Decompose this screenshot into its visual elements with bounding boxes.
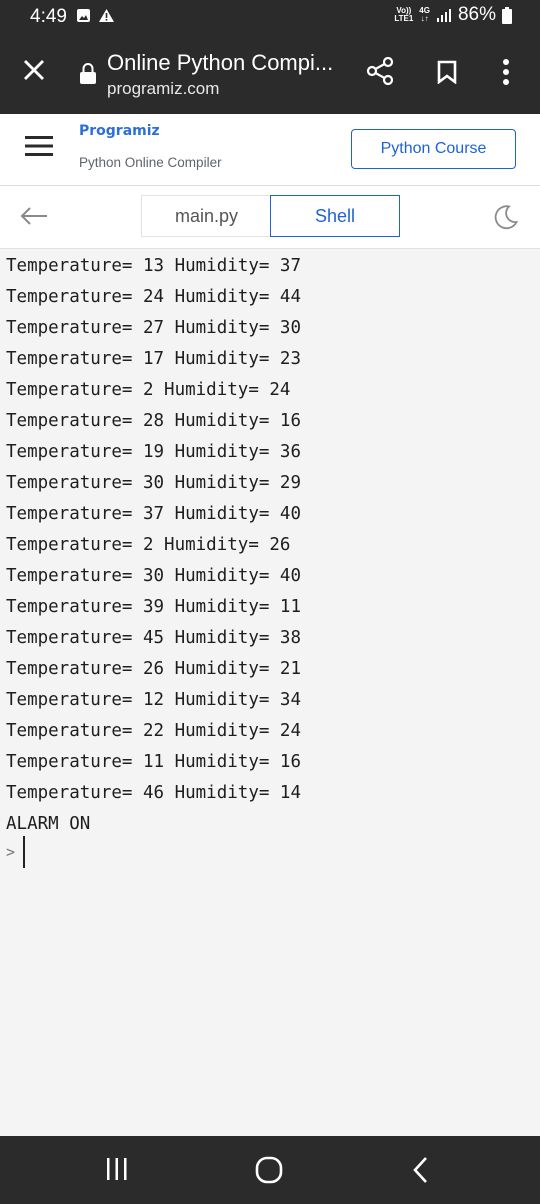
share-icon[interactable]	[366, 57, 394, 85]
volte-indicator: Vo)) LTE1	[394, 7, 413, 23]
battery-icon	[502, 6, 512, 24]
tab-main-py[interactable]: main.py	[141, 195, 271, 237]
tab-shell[interactable]: Shell	[270, 195, 400, 237]
output-line: Temperature= 26 Humidity= 21	[6, 659, 302, 679]
python-course-button[interactable]: Python Course	[351, 129, 516, 169]
editor-tabbar: main.py Shell	[0, 186, 540, 249]
shell-output: Temperature= 13 Humidity= 37 Temperature…	[6, 251, 536, 840]
output-line: Temperature= 30 Humidity= 29	[6, 473, 302, 493]
lock-icon	[80, 63, 96, 84]
output-line: Temperature= 13 Humidity= 37	[6, 256, 302, 276]
site-header: Programiz Python Online Compiler Python …	[0, 114, 540, 186]
battery-percent: 86%	[457, 4, 496, 25]
status-time: 4:49	[30, 6, 67, 27]
status-bar: 4:49 Vo)) LTE1 4G ↓↑ 86%	[0, 0, 540, 32]
warning-icon	[99, 9, 114, 22]
programiz-logo[interactable]: Programiz	[79, 123, 160, 139]
output-line: Temperature= 19 Humidity= 36	[6, 442, 302, 462]
menu-icon[interactable]	[25, 135, 53, 157]
bookmark-icon[interactable]	[437, 60, 457, 84]
site-subtitle: Python Online Compiler	[79, 155, 222, 170]
network-indicator: 4G ↓↑	[419, 7, 430, 23]
output-line: Temperature= 12 Humidity= 34	[6, 690, 302, 710]
shell-input[interactable]: >	[6, 836, 25, 868]
output-line: Temperature= 22 Humidity= 24	[6, 721, 302, 741]
output-line: Temperature= 2 Humidity= 26	[6, 535, 291, 555]
output-line: Temperature= 27 Humidity= 30	[6, 318, 302, 338]
prompt-symbol: >	[6, 843, 16, 861]
output-line: Temperature= 37 Humidity= 40	[6, 504, 302, 524]
output-line: Temperature= 17 Humidity= 23	[6, 349, 302, 369]
more-options-icon[interactable]	[502, 58, 510, 86]
volte-bottom-label: LTE1	[394, 14, 414, 23]
output-line: Temperature= 45 Humidity= 38	[6, 628, 302, 648]
signal-icon	[436, 9, 451, 22]
close-icon[interactable]	[22, 58, 46, 82]
output-line: Temperature= 2 Humidity= 24	[6, 380, 291, 400]
page-title[interactable]: Online Python Compi...	[107, 50, 333, 76]
dark-mode-icon[interactable]	[493, 204, 519, 230]
back-arrow-icon[interactable]	[19, 206, 49, 226]
gallery-icon	[77, 9, 90, 22]
browser-toolbar: Online Python Compi... programiz.com	[0, 32, 540, 114]
output-line: Temperature= 46 Humidity= 14	[6, 783, 302, 803]
output-line-alarm: ALARM ON	[6, 814, 91, 834]
text-cursor	[23, 836, 25, 868]
output-line: Temperature= 39 Humidity= 11	[6, 597, 302, 617]
output-line: Temperature= 28 Humidity= 16	[6, 411, 302, 431]
home-icon[interactable]	[255, 1156, 283, 1184]
output-line: Temperature= 11 Humidity= 16	[6, 752, 302, 772]
data-arrows-icon: ↓↑	[420, 14, 429, 23]
recent-apps-icon[interactable]	[106, 1156, 128, 1182]
page-url[interactable]: programiz.com	[107, 79, 219, 99]
output-line: Temperature= 30 Humidity= 40	[6, 566, 302, 586]
android-nav-bar	[0, 1136, 540, 1204]
output-line: Temperature= 24 Humidity= 44	[6, 287, 302, 307]
back-nav-icon[interactable]	[411, 1156, 429, 1184]
